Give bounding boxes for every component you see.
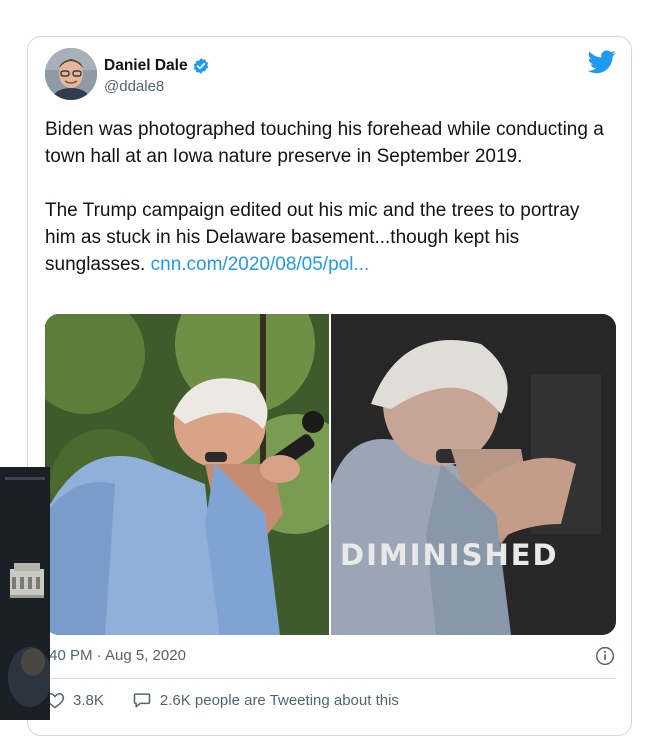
- conversation-button[interactable]: 2.6K people are Tweeting about this: [132, 690, 399, 710]
- tweet-text: Biden was photographed touching his fore…: [45, 116, 615, 278]
- author-handle[interactable]: @ddale8: [104, 78, 164, 95]
- tweet-actions: 3.8K 2.6K people are Tweeting about this: [45, 690, 399, 710]
- tweet-paragraph-1: Biden was photographed touching his fore…: [45, 119, 610, 167]
- like-button[interactable]: 3.8K: [45, 690, 104, 710]
- overlay-thumbnail: [0, 467, 52, 720]
- twitter-bird-icon[interactable]: [588, 50, 616, 74]
- avatar-photo: [45, 48, 97, 100]
- divider: [45, 678, 616, 679]
- tweet-media[interactable]: DIMINISHED: [45, 314, 616, 635]
- tweet-link[interactable]: cnn.com/2020/08/05/pol...: [151, 254, 370, 275]
- author-name[interactable]: Daniel Dale: [104, 57, 188, 75]
- photo-edited[interactable]: [331, 314, 616, 635]
- photo-original[interactable]: [45, 314, 329, 635]
- verified-badge-icon: [193, 58, 208, 74]
- info-icon[interactable]: [595, 646, 615, 666]
- background-video-overlay: [0, 467, 52, 720]
- media-caption: DIMINISHED: [340, 538, 559, 572]
- avatar[interactable]: [45, 48, 97, 100]
- speech-bubble-icon: [133, 693, 151, 708]
- like-count: 3.8K: [73, 691, 104, 709]
- tweet-timestamp[interactable]: :40 PM · Aug 5, 2020: [45, 647, 186, 664]
- conversation-text: 2.6K people are Tweeting about this: [159, 691, 399, 709]
